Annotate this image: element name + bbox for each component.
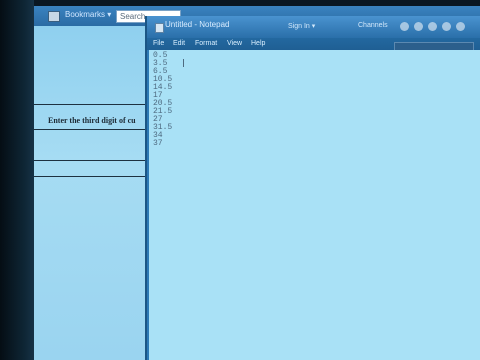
bookmarks-button[interactable]: Bookmarks ▾: [62, 9, 114, 21]
channels-button[interactable]: Channels: [358, 22, 388, 29]
toolbar-icon[interactable]: [414, 22, 423, 31]
menu-file[interactable]: File: [153, 39, 164, 49]
toolbar-icon[interactable]: [442, 22, 451, 31]
page-icon: [48, 11, 60, 22]
prompt-text: Enter the third digit of cu: [48, 116, 136, 125]
divider: [34, 160, 158, 161]
menu-help[interactable]: Help: [251, 39, 265, 49]
text-line: 37: [153, 139, 163, 148]
toolbar-icon[interactable]: [428, 22, 437, 31]
toolbar-icon[interactable]: [400, 22, 409, 31]
notepad-menubar: File Edit Format View Help: [147, 38, 480, 55]
notepad-title-bar[interactable]: Untitled - Notepad Sign In ▾ Channels: [147, 16, 480, 38]
window-title: Untitled - Notepad: [165, 20, 230, 29]
browser-toolbar-right: Sign In ▾ Channels: [288, 19, 478, 33]
menu-view[interactable]: View: [227, 39, 242, 49]
screen: Bookmarks ▾ Search Enter the third digit…: [34, 6, 480, 360]
sign-in-button[interactable]: Sign In ▾: [288, 22, 315, 30]
notepad-text-area[interactable]: 0.5 3.5 6.5 10.5 14.5 17 20.5 21.5 27 31…: [149, 50, 480, 360]
menu-edit[interactable]: Edit: [173, 39, 185, 49]
notepad-window: Untitled - Notepad Sign In ▾ Channels Fi…: [145, 16, 480, 360]
divider: [34, 176, 158, 177]
divider: [34, 129, 158, 130]
divider: [34, 104, 158, 105]
text-cursor: [183, 59, 184, 67]
notepad-icon: [155, 23, 164, 33]
toolbar-icon[interactable]: [456, 22, 465, 31]
monitor-bezel-left: [0, 0, 34, 360]
menu-format[interactable]: Format: [195, 39, 217, 49]
